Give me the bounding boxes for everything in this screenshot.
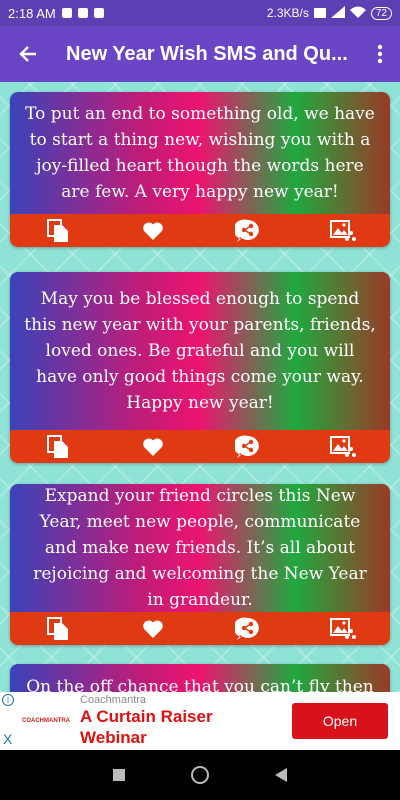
more-vert-icon: [377, 44, 383, 64]
system-nav-bar: [0, 750, 400, 800]
share-icon: [234, 219, 259, 242]
image-share-icon: [329, 435, 356, 457]
copy-icon: [46, 616, 68, 640]
share-icon: [234, 435, 259, 458]
copy-button[interactable]: [43, 216, 73, 246]
back-arrow-icon: [19, 46, 36, 62]
image-share-icon: [329, 219, 356, 241]
quote-actions: [10, 612, 390, 645]
back-button[interactable]: [0, 26, 56, 82]
quote-card: To put an end to something old, we have …: [10, 92, 390, 247]
copy-icon: [46, 218, 68, 242]
notification-icon: [77, 8, 88, 18]
ad-logo: COACHMANTRA: [22, 718, 70, 724]
copy-icon: [46, 434, 68, 458]
quote-text: To put an end to something old, we have …: [10, 92, 390, 214]
quote-list[interactable]: To put an end to something old, we have …: [0, 82, 400, 692]
back-nav-icon[interactable]: [275, 768, 287, 782]
ad-brand: Coachmantra: [80, 694, 147, 706]
share-button[interactable]: [233, 432, 263, 462]
heart-icon: [142, 619, 163, 638]
heart-icon: [142, 221, 163, 240]
notification-icon: [61, 8, 72, 18]
quote-card: May you be blessed enough to spend this …: [10, 272, 390, 463]
home-icon[interactable]: [191, 766, 209, 784]
signal-icon: [330, 5, 345, 21]
quote-card: Expand your friend circles this New Year…: [10, 484, 390, 645]
quote-text: May you be blessed enough to spend this …: [10, 272, 390, 430]
share-button[interactable]: [233, 614, 263, 644]
ad-close-icon[interactable]: X: [3, 731, 12, 747]
ad-info-icon[interactable]: i: [2, 694, 14, 706]
heart-icon: [142, 437, 163, 456]
page-title: New Year Wish SMS and Qu...: [66, 42, 348, 65]
recents-icon[interactable]: [113, 769, 125, 781]
quote-text: On the off chance that you can’t fly the…: [10, 664, 390, 692]
network-speed: 2.3KB/s: [266, 6, 309, 20]
share-icon: [234, 617, 259, 640]
image-share-button[interactable]: [328, 216, 358, 246]
notification-icon: [93, 8, 104, 18]
quote-actions: [10, 430, 390, 463]
ad-headline: A Curtain Raiser: [80, 707, 213, 726]
image-share-button[interactable]: [328, 614, 358, 644]
quote-actions: [10, 214, 390, 247]
image-share-icon: [329, 617, 356, 639]
quote-text: Expand your friend circles this New Year…: [10, 484, 390, 612]
copy-button[interactable]: [43, 614, 73, 644]
wifi-icon: [349, 6, 366, 21]
ad-headline: Webinar: [80, 728, 147, 747]
favorite-button[interactable]: [138, 614, 168, 644]
favorite-button[interactable]: [138, 432, 168, 462]
volte-icon: [313, 8, 326, 18]
quote-card: On the off chance that you can’t fly the…: [10, 664, 390, 692]
more-options-button[interactable]: [360, 26, 400, 82]
copy-button[interactable]: [43, 432, 73, 462]
app-bar: New Year Wish SMS and Qu...: [0, 26, 400, 82]
ad-open-button[interactable]: Open: [292, 703, 388, 739]
status-bar: 2:18 AM 2.3KB/s 72: [0, 0, 400, 26]
favorite-button[interactable]: [138, 216, 168, 246]
image-share-button[interactable]: [328, 432, 358, 462]
battery-indicator: 72: [370, 6, 392, 20]
ad-banner[interactable]: i X COACHMANTRA Coachmantra A Curtain Ra…: [0, 692, 400, 750]
status-time: 2:18 AM: [8, 5, 56, 21]
share-button[interactable]: [233, 216, 263, 246]
